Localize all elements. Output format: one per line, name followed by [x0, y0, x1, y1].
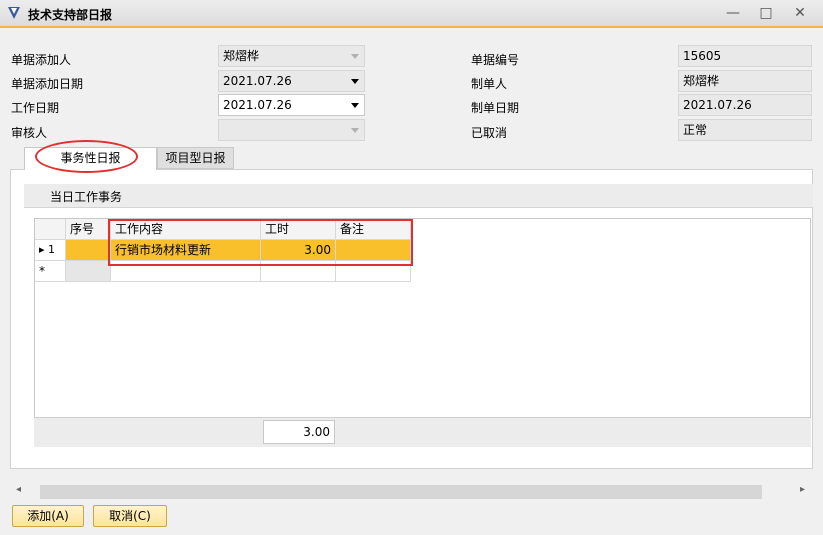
col-header-index[interactable]: 序号 [66, 219, 111, 240]
add-button[interactable]: 添加(A) [12, 505, 84, 527]
cancelled-value: 正常 [683, 123, 708, 137]
tab-project-report[interactable]: 项目型日报 [157, 147, 234, 169]
reviewer-label: 审核人 [11, 126, 48, 140]
scroll-right-icon[interactable]: ▸ [800, 484, 805, 495]
horizontal-scrollbar[interactable]: ◂ ▸ [10, 483, 813, 501]
doc-no-field: 15605 [678, 45, 812, 67]
new-row-indicator[interactable]: * [35, 261, 66, 282]
add-date-field[interactable]: 2021.07.26 [218, 70, 365, 92]
add-date-value: 2021.07.26 [223, 74, 292, 88]
total-hours: 3.00 [263, 420, 335, 444]
add-date-label: 单据添加日期 [11, 77, 84, 91]
row-index-cell[interactable] [66, 240, 111, 261]
adder-value: 郑熠桦 [223, 49, 260, 63]
work-date-value: 2021.07.26 [223, 98, 292, 112]
work-date-label: 工作日期 [11, 101, 60, 115]
maximize-button[interactable]: □ [755, 4, 777, 22]
adder-field: 郑熠桦 [218, 45, 365, 67]
doc-no-value: 15605 [683, 49, 722, 63]
title-bar: 技术支持部日报 — □ ✕ [0, 0, 823, 28]
doc-no-label: 单据编号 [471, 53, 520, 67]
scroll-thumb[interactable] [40, 485, 762, 499]
adder-label: 单据添加人 [11, 53, 72, 67]
make-date-value: 2021.07.26 [683, 98, 752, 112]
dropdown-arrow-icon [351, 128, 359, 133]
annotation-box [108, 219, 413, 266]
scroll-left-icon[interactable]: ◂ [16, 484, 21, 495]
window-title: 技术支持部日报 [28, 8, 113, 22]
reviewer-field [218, 119, 365, 141]
app-logo-icon [8, 7, 20, 19]
grid-footer [34, 417, 811, 447]
new-row-index-cell[interactable] [66, 261, 111, 282]
dropdown-arrow-icon[interactable] [351, 79, 359, 84]
work-date-field[interactable]: 2021.07.26 [218, 94, 365, 116]
group-header: 当日工作事务 [24, 184, 813, 208]
minimize-button[interactable]: — [722, 4, 744, 22]
row-indicator-header [35, 219, 66, 240]
cancelled-field: 正常 [678, 119, 812, 141]
cancelled-label: 已取消 [471, 126, 508, 140]
group-title: 当日工作事务 [50, 190, 123, 204]
cancel-button[interactable]: 取消(C) [93, 505, 167, 527]
make-date-label: 制单日期 [471, 101, 520, 115]
dropdown-arrow-icon [351, 54, 359, 59]
maker-field: 郑熠桦 [678, 70, 812, 92]
make-date-field: 2021.07.26 [678, 94, 812, 116]
dropdown-arrow-icon[interactable] [351, 103, 359, 108]
row-indicator[interactable]: ▸ 1 [35, 240, 66, 261]
annotation-circle [35, 140, 138, 173]
close-button[interactable]: ✕ [789, 4, 811, 22]
maker-label: 制单人 [471, 77, 508, 91]
maker-value: 郑熠桦 [683, 74, 720, 88]
